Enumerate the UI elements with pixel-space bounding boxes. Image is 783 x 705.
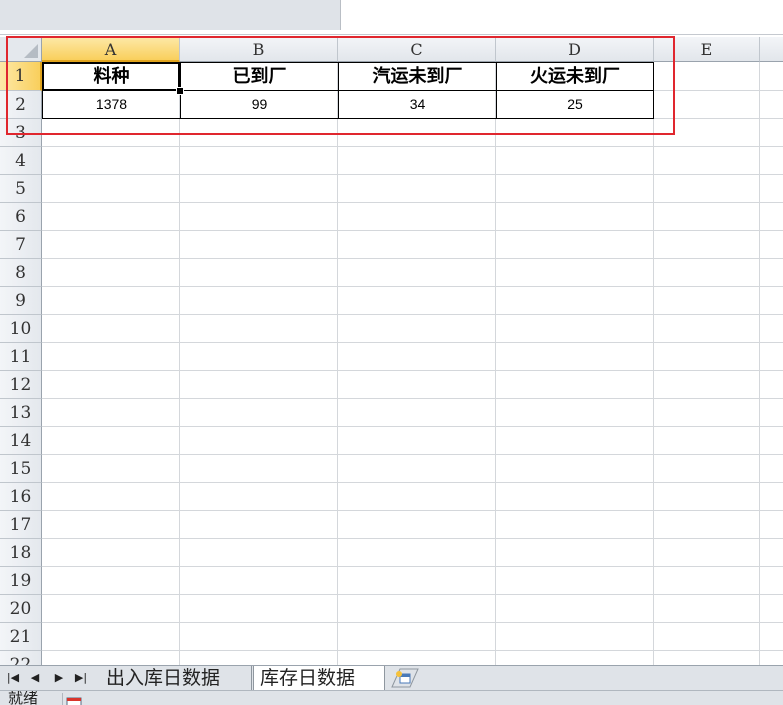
sheet-tab-bar: |◀ ◀ ▶ ▶| 出入库日数据 库存日数据 [0, 665, 783, 691]
column-header-a[interactable]: A [42, 37, 180, 62]
cell-b1-header[interactable]: 已到厂 [180, 62, 339, 91]
row-header-7[interactable]: 7 [0, 231, 42, 259]
cell-c2[interactable]: 34 [338, 90, 497, 119]
cell-a1-header[interactable]: 料种 [42, 62, 181, 91]
cell-a2[interactable]: 1378 [42, 90, 181, 119]
gridline [42, 622, 783, 623]
row-header-18[interactable]: 18 [0, 539, 42, 567]
name-box[interactable] [0, 0, 341, 30]
status-bar: 就绪 [0, 690, 783, 705]
gridline [337, 62, 338, 665]
row-header-13[interactable]: 13 [0, 399, 42, 427]
cell-d1-header[interactable]: 火运未到厂 [496, 62, 654, 91]
row-header-22[interactable]: 22 [0, 651, 42, 665]
gridline [42, 510, 783, 511]
gridline [42, 650, 783, 651]
gridline [42, 398, 783, 399]
column-header-d[interactable]: D [496, 37, 654, 62]
row-header-2[interactable]: 2 [0, 91, 42, 119]
gridline [42, 174, 783, 175]
column-header-c[interactable]: C [338, 37, 496, 62]
formula-bar [0, 0, 783, 35]
select-all-button[interactable] [0, 37, 42, 62]
row-header-14[interactable]: 14 [0, 427, 42, 455]
row-header-21[interactable]: 21 [0, 623, 42, 651]
row-header-19[interactable]: 19 [0, 567, 42, 595]
gridline [42, 370, 783, 371]
gridline [654, 90, 783, 91]
sheet-tab-inventory[interactable]: 库存日数据 [253, 666, 385, 690]
row-header-6[interactable]: 6 [0, 203, 42, 231]
gridline [42, 258, 783, 259]
gridline [42, 286, 783, 287]
gridline [759, 62, 760, 665]
gridline [42, 146, 783, 147]
row-header-10[interactable]: 10 [0, 315, 42, 343]
row-header-11[interactable]: 11 [0, 343, 42, 371]
row-header-15[interactable]: 15 [0, 455, 42, 483]
insert-sheet-icon[interactable] [390, 668, 420, 688]
row-header-8[interactable]: 8 [0, 259, 42, 287]
row-header-5[interactable]: 5 [0, 175, 42, 203]
spreadsheet-grid: A B C D E 1 2 3 4 5 6 7 8 9 10 11 12 13 … [0, 37, 783, 665]
row-header-4[interactable]: 4 [0, 147, 42, 175]
gridline [179, 62, 180, 665]
gridline [495, 62, 496, 665]
column-header-e[interactable]: E [654, 37, 760, 62]
row-header-12[interactable]: 12 [0, 371, 42, 399]
column-header-f[interactable] [760, 37, 783, 62]
gridline [42, 454, 783, 455]
status-ready-text: 就绪 [8, 690, 39, 705]
cell-b2[interactable]: 99 [180, 90, 339, 119]
first-sheet-icon[interactable]: |◀ [6, 670, 20, 686]
gridline [42, 342, 783, 343]
macro-record-icon[interactable] [62, 693, 87, 705]
row-header-20[interactable]: 20 [0, 595, 42, 623]
next-sheet-icon[interactable]: ▶ [52, 670, 66, 686]
gridline [42, 594, 783, 595]
gridline [42, 230, 783, 231]
gridline [42, 426, 783, 427]
cell-d2[interactable]: 25 [496, 90, 654, 119]
gridline [42, 538, 783, 539]
gridline [653, 62, 654, 665]
row-header-1[interactable]: 1 [0, 62, 42, 91]
last-sheet-icon[interactable]: ▶| [74, 670, 88, 686]
column-header-b[interactable]: B [180, 37, 338, 62]
gridline [42, 202, 783, 203]
gridline [654, 118, 783, 119]
row-header-16[interactable]: 16 [0, 483, 42, 511]
row-header-17[interactable]: 17 [0, 511, 42, 539]
prev-sheet-icon[interactable]: ◀ [28, 670, 42, 686]
cell-c1-header[interactable]: 汽运未到厂 [338, 62, 497, 91]
sheet-tab-inbound-outbound[interactable]: 出入库日数据 [100, 666, 252, 690]
gridline [42, 566, 783, 567]
gridline [42, 482, 783, 483]
row-header-3[interactable]: 3 [0, 119, 42, 147]
row-header-9[interactable]: 9 [0, 287, 42, 315]
gridline [42, 314, 783, 315]
fill-handle[interactable] [176, 87, 184, 95]
